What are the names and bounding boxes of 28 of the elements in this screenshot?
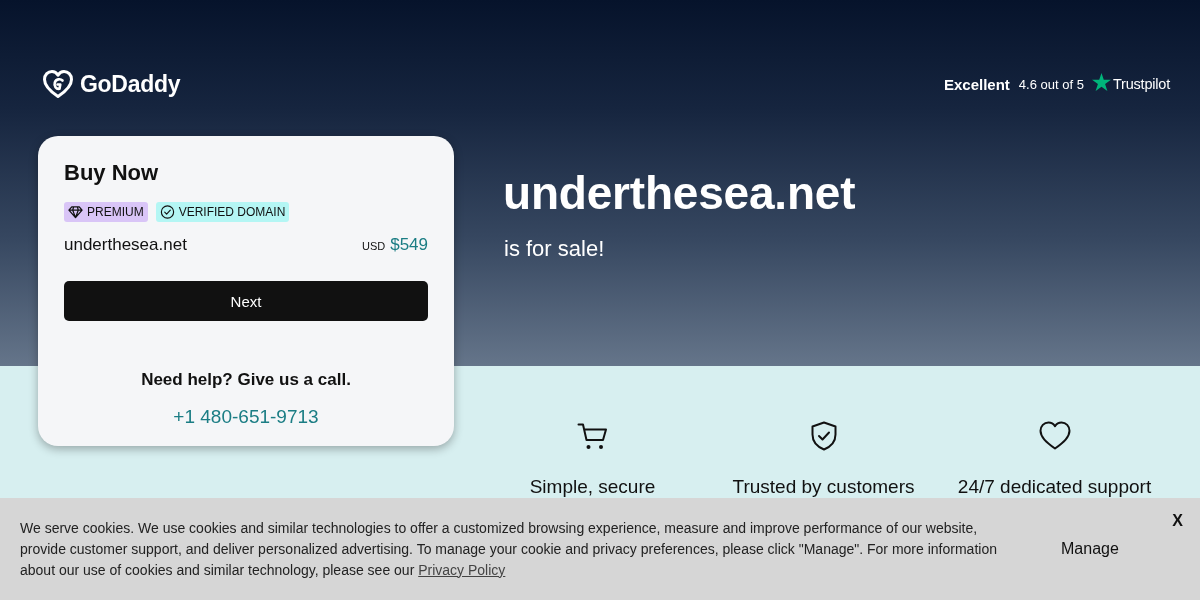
badge-label: VERIFIED DOMAIN xyxy=(178,205,286,219)
rating-label: Excellent xyxy=(943,75,1010,93)
card-title: Buy Now xyxy=(64,159,160,187)
privacy-policy-link[interactable]: Privacy Policy xyxy=(418,561,506,578)
star-icon xyxy=(1091,73,1111,91)
review-brand-text: Trustpilot xyxy=(1112,76,1170,92)
phone-link[interactable]: +1 480-651-9713 xyxy=(173,403,319,431)
check-circle-icon xyxy=(159,205,175,219)
badge-label: PREMIUM xyxy=(87,205,144,219)
sale-subtitle: is for sale! xyxy=(504,235,606,263)
close-button[interactable]: X xyxy=(1172,512,1183,530)
price-text: $549 xyxy=(390,235,428,254)
next-button[interactable]: Next xyxy=(64,281,428,321)
manage-button[interactable]: Manage xyxy=(1061,540,1119,558)
feature-title: 24/7 dedicated support xyxy=(957,476,1152,498)
help-text: Need help? Give us a call. xyxy=(141,369,351,391)
cart-icon xyxy=(576,421,609,451)
domain-title: underthesea.net xyxy=(503,167,856,219)
feature-title: Simple, secure xyxy=(529,476,656,498)
heart-icon xyxy=(1038,421,1071,451)
rating-score: 4.6 out of 5 xyxy=(1018,76,1084,92)
cookie-notice-text: We serve cookies. We use cookies and similar technologies to offer a customized browsing experience, measure and improve performance of our website, provide customer support, and deliver personalized advertising. To manage your cookie and privacy preferences, please click "Manage". For more information about our use of cookies and similar technology, please see our Privacy Policy xyxy=(20,518,998,580)
diamond-icon xyxy=(68,205,83,219)
logo-text[interactable]: GoDaddy xyxy=(80,70,181,98)
heart-logo-icon[interactable] xyxy=(42,69,74,99)
currency-label: USD xyxy=(361,240,386,252)
feature-title: Trusted by customers xyxy=(732,476,915,498)
domain-name: underthesea.net xyxy=(64,234,187,256)
